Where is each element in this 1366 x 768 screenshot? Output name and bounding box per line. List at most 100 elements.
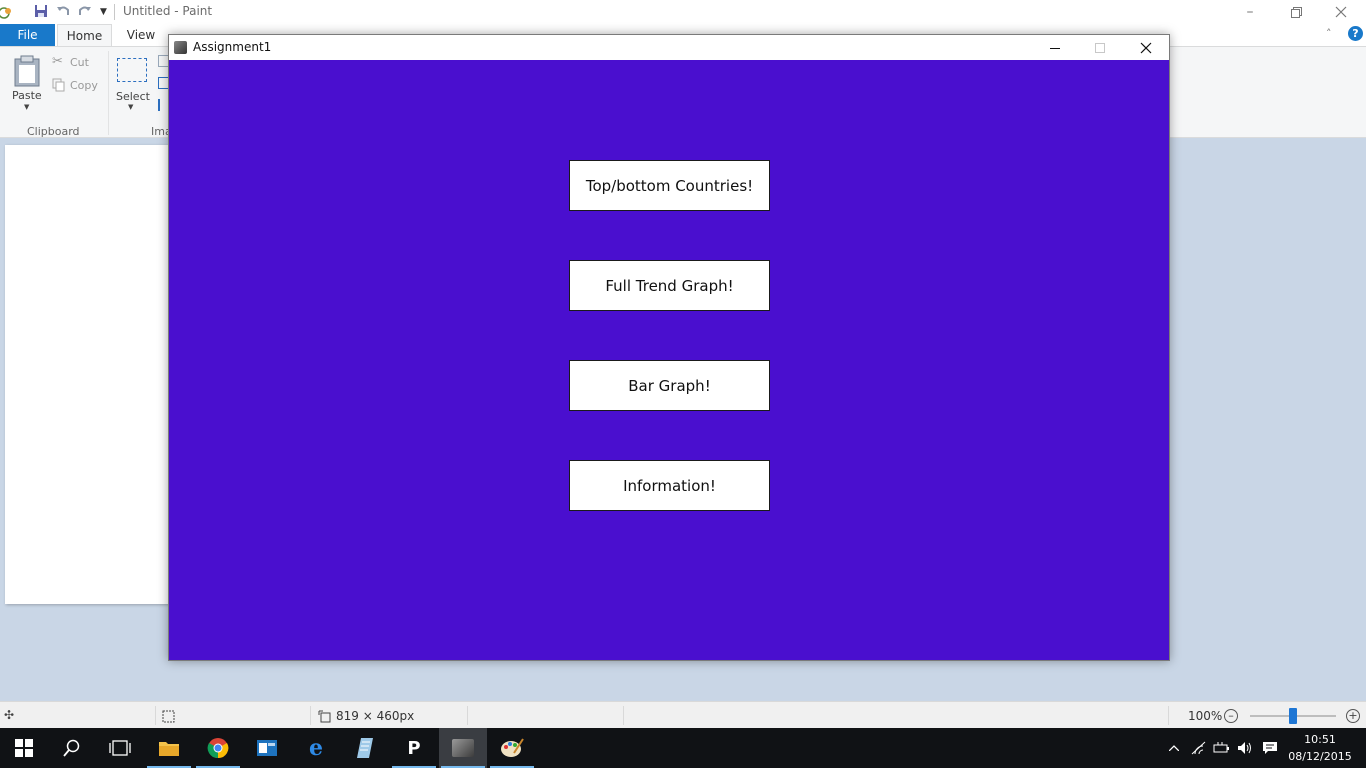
title-separator [114,4,115,20]
java-app-icon [174,41,187,54]
clock-date: 08/12/2015 [1288,750,1352,763]
tab-home[interactable]: Home [57,24,112,46]
chevron-up-icon [1169,745,1179,751]
cursor-position-icon: ✣ [4,708,15,722]
assignment-window: Assignment1 Top/bottom Countries! Full T… [168,34,1170,661]
assignment-titlebar: Assignment1 [169,35,1169,60]
tab-view[interactable]: View [118,24,164,46]
cut-label: Cut [70,56,89,69]
folder-icon [159,742,179,756]
select-button[interactable]: Select ▼ [114,55,150,115]
customize-qat-icon[interactable]: ▼ [100,7,107,17]
top-bottom-countries-button[interactable]: Top/bottom Countries! [569,160,770,211]
zoom-out-button[interactable]: – [1224,709,1238,723]
paste-button[interactable]: Paste ▼ [10,53,44,115]
paint-canvas[interactable] [5,145,175,604]
select-label: Select [116,90,150,103]
assignment-close-button[interactable] [1123,35,1168,60]
image-size-icon [318,708,331,727]
copy-icon [52,77,66,96]
taskbar-paint[interactable] [488,728,536,768]
copy-button[interactable]: Copy [52,77,102,95]
action-center-button[interactable] [1259,728,1281,768]
status-separator [467,706,468,725]
task-view-icon [109,740,131,756]
assignment-window-title: Assignment1 [193,40,272,54]
minimize-icon [1049,47,1060,49]
java-app-icon [452,739,474,757]
status-separator [155,706,156,725]
ribbon-separator [108,51,109,135]
search-icon [63,739,80,757]
paint-restore-button[interactable] [1273,0,1319,24]
status-separator [1168,706,1169,725]
battery-button[interactable] [1212,728,1232,768]
zoom-level: 100% [1188,709,1223,723]
assignment-maximize-button[interactable] [1077,35,1122,60]
help-icon[interactable]: ? [1348,26,1363,41]
taskbar-chrome[interactable] [194,728,242,768]
taskbar: e P 10:51 08/12/2015 [0,728,1366,768]
close-icon [1140,42,1151,53]
search-button[interactable] [48,728,96,768]
paint-app-icon [0,5,12,19]
paint-statusbar: ✣ 819 × 460px 100% – + [0,701,1366,728]
restore-icon [1290,6,1302,18]
notification-icon [1263,742,1277,754]
maximize-icon [1094,42,1105,53]
redo-icon[interactable] [78,3,92,22]
status-separator [310,706,311,725]
select-dropdown-icon: ▼ [128,103,134,111]
bar-graph-button[interactable]: Bar Graph! [569,360,770,411]
selection-size-icon [162,708,175,727]
clock-time: 10:51 [1304,733,1336,746]
assignment-minimize-button[interactable] [1032,35,1077,60]
start-button[interactable] [0,728,48,768]
show-hidden-icons-button[interactable] [1165,728,1183,768]
copy-label: Copy [70,79,98,92]
chrome-icon [207,738,229,759]
outlook-icon [257,740,277,756]
edge-icon: e [309,735,323,761]
zoom-slider-thumb[interactable] [1289,708,1297,724]
task-view-button[interactable] [96,728,144,768]
speaker-icon [1238,742,1251,754]
taskbar-outlook[interactable] [243,728,291,768]
taskbar-edge[interactable]: e [292,728,340,768]
save-icon[interactable] [34,3,48,22]
volume-button[interactable] [1235,728,1255,768]
assignment-content: Top/bottom Countries! Full Trend Graph! … [169,60,1169,660]
clipboard-group-title: Clipboard [27,125,80,138]
network-button[interactable] [1189,728,1209,768]
taskbar-p-app[interactable]: P [390,728,438,768]
taskbar-notepad[interactable] [341,728,389,768]
full-trend-graph-button[interactable]: Full Trend Graph! [569,260,770,311]
paint-close-button[interactable] [1318,0,1364,24]
p-app-icon: P [407,737,421,759]
taskbar-file-explorer[interactable] [145,728,193,768]
cut-button[interactable]: ✂ Cut [52,54,102,72]
paint-window-title: Untitled - Paint [123,4,213,18]
battery-plug-icon [1213,742,1229,753]
tab-file[interactable]: File [0,24,55,46]
zoom-in-button[interactable]: + [1346,709,1360,723]
wifi-icon [1191,741,1206,755]
status-separator [623,706,624,725]
clipboard-icon [14,55,40,87]
paint-titlebar: ▼ Untitled - Paint – [0,0,1366,24]
paint-minimize-button[interactable]: – [1227,0,1273,24]
close-icon [1335,6,1347,18]
quick-access-toolbar: ▼ [0,3,107,21]
scissors-icon: ✂ [52,54,63,69]
select-rectangle-icon [117,58,147,82]
image-dimensions: 819 × 460px [336,709,415,723]
paste-label: Paste [12,89,42,102]
information-button[interactable]: Information! [569,460,770,511]
windows-logo-icon [15,739,33,757]
notepad-icon [357,738,373,758]
taskbar-clock[interactable]: 10:51 08/12/2015 [1288,731,1352,765]
paste-dropdown-icon: ▼ [24,103,30,111]
collapse-ribbon-icon[interactable]: ˄ [1326,27,1332,40]
taskbar-java-app[interactable] [439,728,487,768]
undo-icon[interactable] [56,3,70,22]
